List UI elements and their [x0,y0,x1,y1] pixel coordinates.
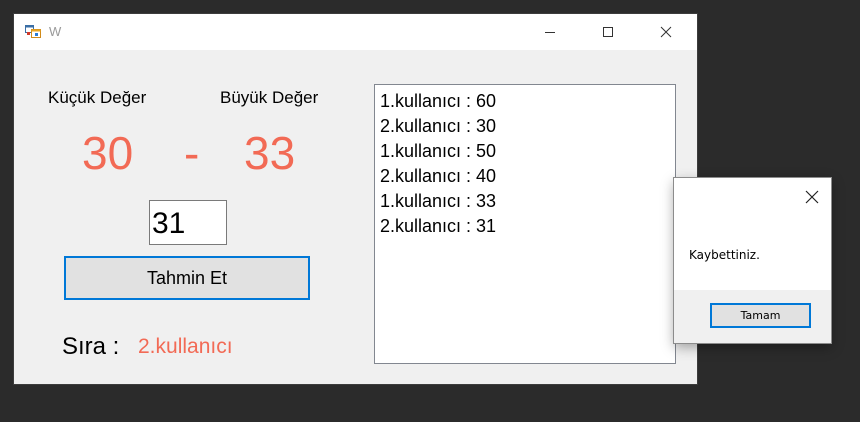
guess-history-list[interactable]: 1.kullanıcı : 60 2.kullanıcı : 30 1.kull… [374,84,676,364]
message-box: Kaybettiniz. Tamam [674,178,831,343]
guess-button[interactable]: Tahmin Et [64,256,310,300]
ok-button[interactable]: Tamam [710,303,811,328]
title-bar[interactable]: W [14,14,697,50]
list-item[interactable]: 1.kullanıcı : 50 [380,139,670,164]
guess-button-label: Tahmin Et [146,267,228,288]
main-window: W Küçük Değer Büyük Değer 30 - 33 Tahmin… [14,14,697,384]
close-icon [660,26,672,38]
max-value: 33 [244,127,296,179]
list-item[interactable]: 2.kullanıcı : 30 [380,114,670,139]
min-value-label: Küçük Değer [48,88,147,107]
max-value-label: Büyük Değer [220,88,319,107]
list-item[interactable]: 1.kullanıcı : 60 [380,89,670,114]
turn-label: Sıra : [62,333,120,360]
message-footer: Tamam [674,290,831,343]
form-app-icon [25,23,41,39]
ok-button-label: Tamam [740,309,781,322]
message-text: Kaybettiniz. [689,248,760,262]
close-button[interactable] [637,14,695,50]
close-icon [805,190,819,204]
range-separator: - [184,127,200,179]
minimize-icon [545,32,555,33]
current-player: 2.kullanıcı [138,335,233,358]
list-item[interactable]: 2.kullanıcı : 31 [380,214,670,239]
list-item[interactable]: 2.kullanıcı : 40 [380,164,670,189]
maximize-icon [603,27,613,37]
list-item[interactable]: 1.kullanıcı : 33 [380,189,670,214]
min-value: 30 [82,127,134,179]
window-title: W [49,24,62,39]
maximize-button[interactable] [579,14,637,50]
minimize-button[interactable] [521,14,579,50]
message-close-button[interactable] [805,190,819,204]
guess-input[interactable] [149,200,227,245]
